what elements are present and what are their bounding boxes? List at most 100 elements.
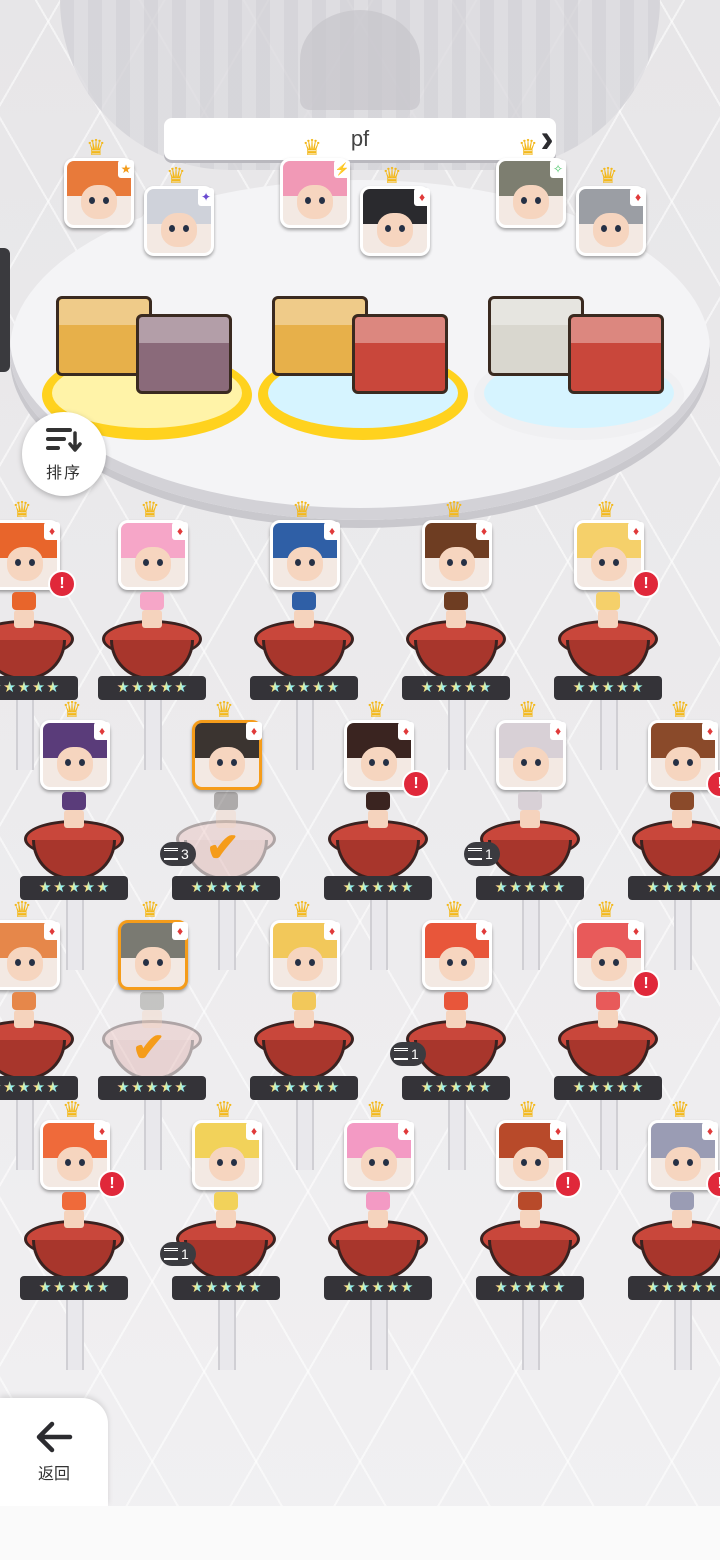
character-card[interactable]: ♛♦★★★★★! — [628, 1099, 720, 1370]
portrait-eye — [687, 759, 693, 766]
crown-icon: ♛ — [140, 497, 160, 522]
character-card[interactable]: ♛♦★★★★★ — [324, 1099, 432, 1370]
class-icon: ♦ — [324, 922, 340, 940]
sort-button[interactable]: 排序 — [22, 412, 106, 496]
sprite-body — [14, 610, 34, 628]
character-card[interactable]: ♛ ♦ ★ ★ ★ ★ ★ 1 — [390, 899, 510, 1170]
star-icon: ★ — [463, 1079, 478, 1096]
character-card[interactable]: ♛♦★★★★★! — [554, 499, 662, 770]
character-card[interactable]: ♛♦★★★★★ — [250, 499, 358, 770]
character-card[interactable]: ♛♦★★★★★! — [324, 699, 432, 970]
star-icon: ★ — [675, 1279, 689, 1296]
portrait-eye — [15, 559, 21, 566]
character-card[interactable]: ♛ ♦ ★ ★ ★ ★ ★ ✔ — [98, 899, 206, 1170]
character-card[interactable]: ♛♦★★★★★! — [628, 699, 720, 970]
character-card[interactable]: ♛ ♦ ★ ★ ★ ★ ★ 1 — [160, 1099, 280, 1370]
class-icon: ♦ — [246, 1122, 262, 1140]
star-icon: ★ — [297, 1079, 311, 1096]
character-card[interactable]: ♛♦★★★★★! — [0, 499, 78, 770]
unit-sprite — [6, 592, 42, 632]
unit-block — [568, 314, 664, 394]
star-icon: ★ — [159, 679, 174, 696]
star-icon: ★ — [96, 879, 110, 896]
star-icon: ★ — [159, 1079, 174, 1096]
pedestal-post — [296, 700, 314, 770]
character-card[interactable]: ♛♦★★★★★ — [250, 897, 358, 1170]
sprite-head — [214, 792, 238, 810]
star-icon: ★ — [508, 879, 523, 896]
pedestal-post — [448, 1100, 466, 1170]
copies-badge: 1 — [464, 842, 500, 866]
unit-sprite — [56, 792, 92, 832]
portrait-eye — [673, 1159, 679, 1166]
unit-sprite — [134, 592, 170, 632]
portrait-eye — [15, 959, 21, 966]
sprite-body — [598, 1010, 618, 1028]
copies-count: 1 — [485, 846, 493, 862]
unit-sprite — [664, 792, 700, 832]
pedestal-side — [262, 1040, 346, 1080]
star-icon: ★ — [572, 1079, 586, 1096]
character-card[interactable]: ♛♦★★★★★! — [20, 1097, 128, 1370]
portrait-face — [209, 747, 245, 781]
pedestal-post — [600, 1100, 618, 1170]
side-drawer-handle[interactable] — [0, 248, 10, 372]
portrait-face — [287, 547, 323, 581]
class-icon: ♦ — [476, 522, 492, 540]
character-card[interactable]: ♛♦★★★★★ — [98, 497, 206, 770]
portrait-eye — [65, 1159, 71, 1166]
character-card[interactable]: ♛ ♦ — [342, 165, 446, 276]
portrait-eye — [613, 559, 619, 566]
pedestal-side — [184, 1240, 268, 1280]
sprite-head — [12, 592, 36, 610]
portrait-eye — [157, 959, 163, 966]
star-icon: ★ — [660, 1279, 675, 1296]
star-rating: ★★★★★ — [476, 1276, 584, 1300]
class-icon: ♦ — [324, 522, 340, 540]
character-card[interactable]: ♛ ♦ ★ ★ ★ ★ ★ 1 — [464, 699, 584, 970]
star-rating: ★★★★★ — [628, 1276, 720, 1300]
portrait-eye — [157, 559, 163, 566]
pedestal-post — [218, 900, 236, 970]
sprite-head — [366, 792, 390, 810]
crown-icon: ♛ — [166, 163, 186, 188]
back-button[interactable]: 返回 — [0, 1398, 108, 1506]
character-card[interactable]: ♛ ♦ — [558, 165, 662, 276]
star-icon: ★ — [17, 679, 31, 696]
copies-badge: 1 — [160, 1242, 196, 1266]
star-icon: ★ — [508, 1279, 523, 1296]
pedestal-side — [32, 840, 116, 880]
star-icon: ★ — [0, 1080, 2, 1096]
stack-icon — [394, 1048, 408, 1060]
stack-icon — [468, 848, 482, 860]
portrait-face — [591, 947, 627, 981]
star-icon: ★ — [31, 679, 46, 696]
unit-sprite — [56, 1192, 92, 1232]
crown-icon: ♛ — [292, 897, 312, 922]
unit-sprite — [590, 992, 626, 1032]
portrait-face — [513, 185, 549, 219]
character-card[interactable]: ♛ ✦ — [126, 163, 230, 276]
star-icon: ★ — [342, 879, 356, 896]
sprite-head — [292, 992, 316, 1010]
star-icon: ★ — [2, 679, 17, 696]
character-card[interactable]: ♛♦★★★★★ — [20, 699, 128, 970]
star-icon: ★ — [174, 1079, 188, 1096]
pedestal-side — [0, 1040, 66, 1080]
star-rating: ★★★★★ — [98, 1076, 206, 1100]
character-card[interactable]: ♛♦★★★★★ — [0, 899, 78, 1170]
alert-badge: ! — [402, 770, 430, 798]
star-icon: ★ — [449, 1079, 463, 1096]
sprite-body — [446, 1010, 466, 1028]
star-icon: ★ — [67, 879, 81, 896]
portrait-eye — [521, 759, 527, 766]
star-icon: ★ — [615, 1079, 630, 1096]
character-card[interactable]: ♛♦★★★★★ — [402, 499, 510, 770]
star-icon: ★ — [145, 679, 159, 696]
crown-icon: ♛ — [62, 1097, 82, 1122]
star-icon: ★ — [282, 1079, 297, 1096]
character-card[interactable]: ♛♦★★★★★! — [476, 1099, 584, 1370]
character-card[interactable]: ♛♦★★★★★! — [554, 899, 662, 1170]
portrait-face — [591, 547, 627, 581]
character-card[interactable]: ♛ ♦ ★ ★ ★ ★ ★ 3 ✔ — [160, 699, 280, 970]
